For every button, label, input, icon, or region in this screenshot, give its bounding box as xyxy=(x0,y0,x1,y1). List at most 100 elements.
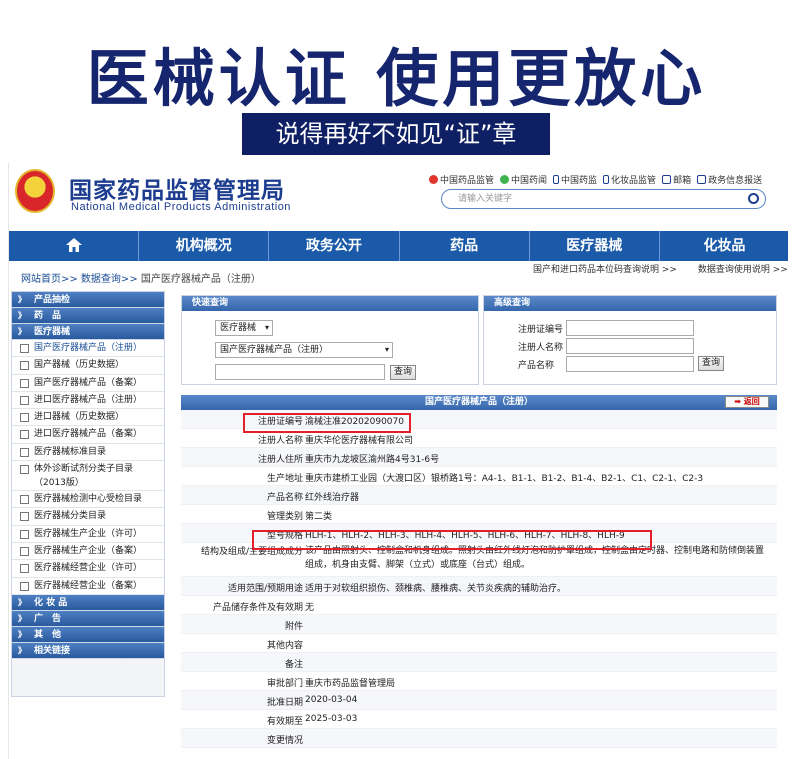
breadcrumb-current: 国产医疗器械产品（注册） xyxy=(140,274,261,285)
search-icon[interactable] xyxy=(748,193,759,204)
row-key: 注册人住所 xyxy=(257,455,303,465)
top-link-wechat[interactable]: 中国药闻 xyxy=(500,173,547,186)
help-link-usage[interactable]: 数据查询使用说明 >> xyxy=(698,265,788,275)
sidebar-item[interactable]: 体外诊断试剂分类子目录（2013版） xyxy=(12,461,164,492)
row-key: 审批部门 xyxy=(266,679,303,689)
site-name-en: National Medical Products Administration xyxy=(71,201,291,213)
nav-gov[interactable]: 政务公开 xyxy=(269,231,400,261)
row-value: 红外线治疗器 xyxy=(305,493,360,503)
sidebar-item[interactable]: 国产器械（历史数据） xyxy=(12,357,164,375)
sidebar-item[interactable]: 国产医疗器械产品（注册） xyxy=(12,340,164,358)
registrant-label: 注册人名称 xyxy=(518,343,564,353)
main-nav: 机构概况 政务公开 药品 医疗器械 化妆品 xyxy=(9,231,788,261)
sidebar-head-sampling[interactable]: 产品抽检 xyxy=(12,292,164,308)
quick-search-panel: 快速查询 医疗器械 国产医疗器械产品（注册） 查询 xyxy=(181,295,479,385)
site-name-cn: 国家药品监督管理局 xyxy=(69,178,285,204)
table-row: 变更情况 xyxy=(181,729,777,748)
table-row: 注册人住所 重庆市九龙坡区渝州路4号31-6号 xyxy=(181,448,777,467)
row-key: 产品储存条件及有效期 xyxy=(212,603,303,613)
row-key: 附件 xyxy=(284,622,303,632)
site-search-input[interactable]: 请输入关键字 xyxy=(441,189,766,209)
product-name-input[interactable] xyxy=(566,356,694,372)
national-emblem-icon xyxy=(15,169,55,213)
row-value: 重庆市九龙坡区渝州路4号31-6号 xyxy=(305,455,440,465)
reg-no-input[interactable] xyxy=(566,320,694,336)
row-key: 管理类别 xyxy=(266,512,303,522)
nav-devices[interactable]: 医疗器械 xyxy=(530,231,660,261)
quick-keyword-input[interactable] xyxy=(215,364,385,380)
mobile-icon xyxy=(603,175,610,184)
detail-title: 国产医疗器械产品（注册） ➡ 返回 xyxy=(181,395,777,410)
reg-no-label: 注册证编号 xyxy=(518,325,564,335)
top-link-mail[interactable]: 邮箱 xyxy=(662,173,691,186)
help-link-code[interactable]: 国产和进口药品本位码查询说明 >> xyxy=(533,265,677,275)
advanced-search-panel: 高级查询 注册证编号 注册人名称 产品名称 查询 xyxy=(483,295,777,385)
product-name-label: 产品名称 xyxy=(518,361,555,371)
site-header: 国家药品监督管理局 National Medical Products Admi… xyxy=(9,163,788,229)
table-row: 附件 xyxy=(181,615,777,634)
top-link-mobile[interactable]: 中国药监 xyxy=(553,173,597,186)
quick-search-title: 快速查询 xyxy=(182,296,478,311)
sidebar-head-ads[interactable]: 广 告 xyxy=(12,610,164,627)
table-row: 其他内容 xyxy=(181,634,777,653)
row-key: 产品名称 xyxy=(266,493,303,503)
database-select[interactable]: 国产医疗器械产品（注册） xyxy=(215,342,393,358)
table-row: 产品储存条件及有效期无 xyxy=(181,596,777,615)
back-button[interactable]: ➡ 返回 xyxy=(725,396,769,408)
promo-banner: 医械认证 使用更放心 说得再好不如见“证”章 xyxy=(0,0,793,160)
breadcrumb-path[interactable]: 网站首页>> 数据查询>> xyxy=(21,274,138,285)
table-row: 备注 xyxy=(181,653,777,672)
sidebar-head-cosmetics[interactable]: 化 妆 品 xyxy=(12,594,164,611)
nmpa-screenshot: 国家药品监督管理局 National Medical Products Admi… xyxy=(8,163,788,759)
row-key: 有效期至 xyxy=(266,717,303,727)
row-value: 2025-03-03 xyxy=(305,714,358,724)
sidebar-head-devices[interactable]: 医疗器械 xyxy=(12,324,164,340)
banner-subtitle: 说得再好不如见“证”章 xyxy=(242,113,550,155)
sidebar-item[interactable]: 医疗器械生产企业（许可） xyxy=(12,525,164,543)
top-links: 中国药品监管 中国药闻 中国药监 化妆品监管 邮箱 政务信息报送 xyxy=(429,173,762,186)
sidebar-item[interactable]: 国产医疗器械产品（备案） xyxy=(12,374,164,392)
sidebar-item[interactable]: 医疗器械标准目录 xyxy=(12,443,164,462)
sidebar-head-links[interactable]: 相关链接 xyxy=(12,642,164,659)
row-value: 重庆华伦医疗器械有限公司 xyxy=(305,436,414,446)
sidebar-item[interactable]: 医疗器械经营企业（备案） xyxy=(12,577,164,595)
table-row: 管理类别 第二类 xyxy=(181,505,777,524)
sidebar-head-other[interactable]: 其 他 xyxy=(12,626,164,643)
sidebar-head-drugs[interactable]: 药 品 xyxy=(12,308,164,324)
table-row: 产品名称 红外线治疗器 xyxy=(181,486,777,505)
sidebar-item[interactable]: 进口医疗器械产品（注册） xyxy=(12,391,164,410)
detail-rows: 注册证编号 渝械注准20202090070 注册人名称 重庆华伦医疗器械有限公司 注册人… xyxy=(181,410,777,748)
sidebar-item[interactable]: 医疗器械经营企业（许可） xyxy=(12,560,164,578)
advanced-search-button[interactable]: 查询 xyxy=(698,356,724,371)
row-value: 重庆市建桥工业园（大渡口区）银桥路1号：A4-1、B1-1、B1-2、B1-4、… xyxy=(305,474,704,484)
mobile-icon xyxy=(553,175,560,184)
row-key: 批准日期 xyxy=(266,698,303,708)
table-row: 适用范围/预期用途 适用于对软组织损伤、颈椎病、腰椎病、关节炎疾病的辅助治疗。 xyxy=(181,577,777,596)
sidebar-item[interactable]: 医疗器械检测中心受检目录 xyxy=(12,491,164,509)
table-row: 生产地址 重庆市建桥工业园（大渡口区）银桥路1号：A4-1、B1-1、B1-2、B… xyxy=(181,467,777,486)
quick-search-button[interactable]: 查询 xyxy=(390,365,416,380)
sidebar-item[interactable]: 进口器械（历史数据） xyxy=(12,409,164,427)
mail-icon xyxy=(662,175,672,184)
nav-home[interactable] xyxy=(9,231,140,261)
table-row: 审批部门 重庆市药品监督管理局 xyxy=(181,672,777,691)
category-select[interactable]: 医疗器械 xyxy=(215,320,273,336)
top-link-report[interactable]: 政务信息报送 xyxy=(697,173,762,186)
sidebar-item[interactable]: 医疗器械分类目录 xyxy=(12,508,164,526)
sidebar-item[interactable]: 进口医疗器械产品（备案） xyxy=(12,426,164,444)
nav-drugs[interactable]: 药品 xyxy=(400,231,530,261)
advanced-search-title: 高级查询 xyxy=(484,296,776,311)
row-key: 注册人名称 xyxy=(257,436,303,446)
wechat-icon xyxy=(500,175,510,184)
top-link-cosmetics[interactable]: 化妆品监管 xyxy=(603,173,656,186)
sidebar-item[interactable]: 医疗器械生产企业（备案） xyxy=(12,542,164,561)
top-link-weibo[interactable]: 中国药品监管 xyxy=(429,173,494,186)
registrant-input[interactable] xyxy=(566,338,694,354)
banner-title: 医械认证 使用更放心 xyxy=(86,42,707,115)
nav-org[interactable]: 机构概况 xyxy=(139,231,270,261)
row-value: 适用于对软组织损伤、颈椎病、腰椎病、关节炎疾病的辅助治疗。 xyxy=(305,584,567,594)
breadcrumb: 网站首页>> 数据查询>> 国产医疗器械产品（注册） xyxy=(21,270,261,285)
nav-cosmetics[interactable]: 化妆品 xyxy=(660,231,788,261)
row-value: 重庆市药品监督管理局 xyxy=(305,679,396,689)
row-key: 适用范围/预期用途 xyxy=(227,584,303,594)
